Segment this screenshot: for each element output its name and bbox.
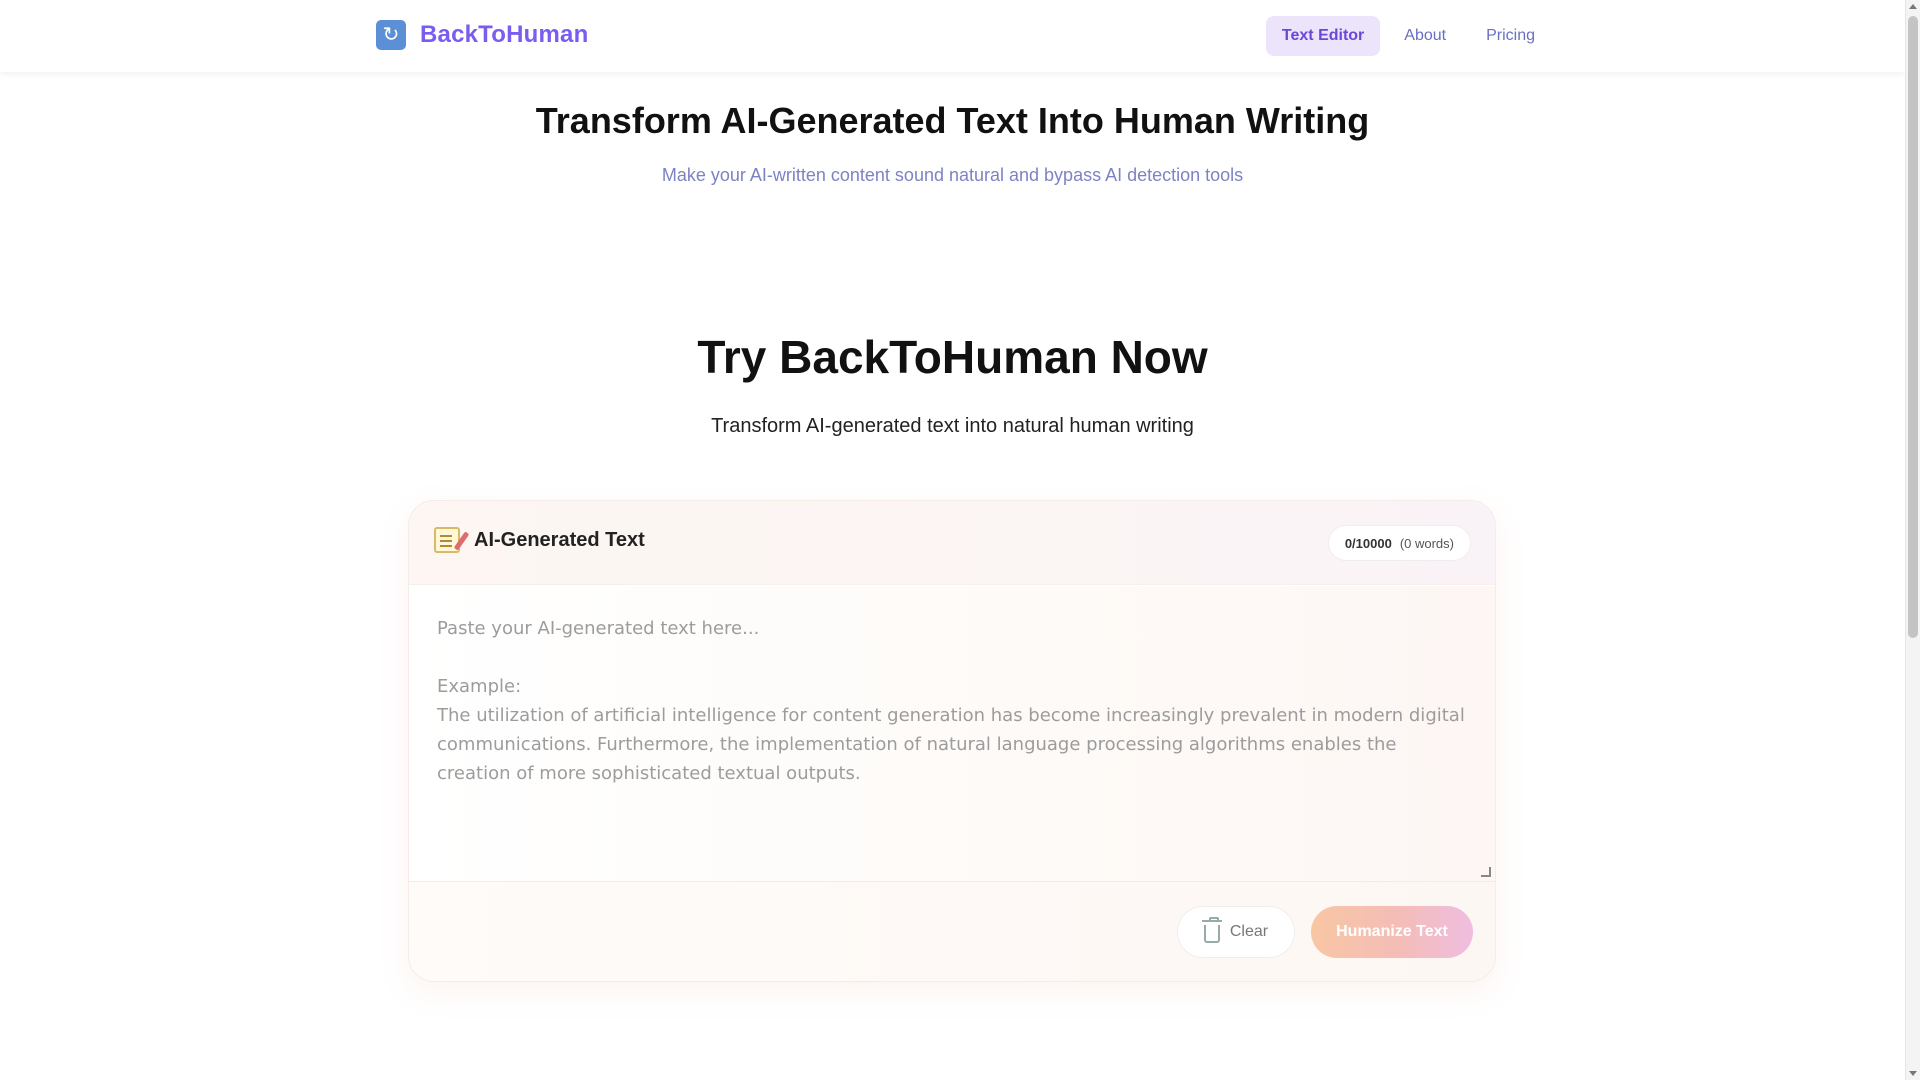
- hero-title: Transform AI-Generated Text Into Human W…: [535, 100, 1370, 141]
- humanize-text-button[interactable]: Humanize Text: [1311, 906, 1473, 958]
- memo-icon: [434, 527, 460, 553]
- main-nav: Text Editor About Pricing: [1265, 16, 1551, 56]
- clear-button-label: Clear: [1229, 923, 1269, 940]
- nav-item-pricing[interactable]: Pricing: [1470, 16, 1551, 56]
- page-scrollbar[interactable]: [1905, 0, 1920, 1080]
- trash-icon: [1201, 916, 1222, 943]
- top-navbar: ↻ BackToHuman Text Editor About Pricing: [0, 0, 1905, 72]
- character-counter-badge: 0/10000 (0 words): [1327, 525, 1471, 561]
- repeat-arrows-icon: ↻: [376, 20, 406, 50]
- textarea-resize-handle[interactable]: [1481, 867, 1491, 877]
- editor-title: AI-Generated Text: [474, 528, 645, 551]
- scroll-down-arrow-icon[interactable]: [1909, 1071, 1917, 1076]
- brand-name: BackToHuman: [420, 21, 589, 48]
- page: ↻ BackToHuman Text Editor About Pricing …: [0, 0, 1905, 1080]
- try-section-subtitle: Transform AI-generated text into natural…: [711, 415, 1194, 437]
- character-count: 0/10000: [1344, 535, 1392, 551]
- clear-button[interactable]: Clear: [1177, 906, 1295, 958]
- brand-logo[interactable]: ↻ BackToHuman: [376, 20, 588, 50]
- editor-card-header: AI-Generated Text 0/10000 (0 words): [409, 501, 1495, 585]
- editor-title-group: AI-Generated Text: [434, 527, 645, 553]
- humanize-button-label: Humanize Text: [1336, 923, 1448, 940]
- scroll-up-arrow-icon[interactable]: [1909, 4, 1917, 9]
- try-section-title: Try BackToHuman Now: [697, 331, 1208, 383]
- nav-item-about[interactable]: About: [1388, 16, 1462, 56]
- nav-item-text-editor[interactable]: Text Editor: [1265, 16, 1381, 56]
- editor-card-footer: Clear Humanize Text: [409, 881, 1495, 981]
- editor-card: AI-Generated Text 0/10000 (0 words) Clea…: [408, 500, 1496, 982]
- scrollbar-thumb[interactable]: [1908, 16, 1918, 638]
- ai-text-input[interactable]: [409, 586, 1495, 881]
- word-count: (0 words): [1399, 535, 1454, 551]
- hero-subtitle: Make your AI-written content sound natur…: [661, 165, 1244, 185]
